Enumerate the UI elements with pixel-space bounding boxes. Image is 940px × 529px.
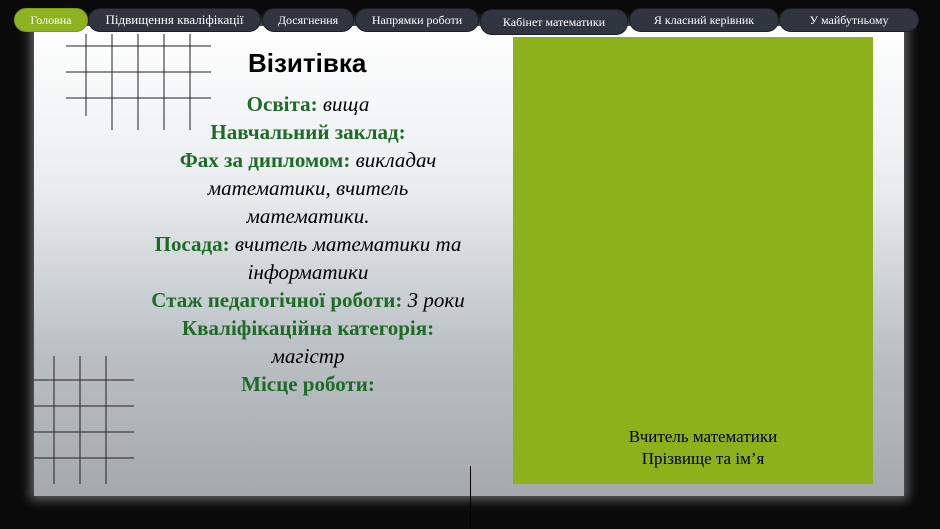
caption-role: Вчитель математики (628, 427, 778, 446)
tab-label: Кабінет математики (502, 14, 606, 29)
page-title: Візитівка (248, 48, 367, 78)
tab-class-teacher[interactable]: Я класний керівник (629, 8, 779, 32)
teacher-photo-placeholder (513, 37, 873, 484)
photo-caption: Вчитель математики Прізвище та ім’я (513, 426, 893, 470)
institution-row: Навчальний заклад: (150, 118, 466, 146)
education-value: вища (322, 92, 370, 116)
business-card-info: Освіта: вища Навчальний заклад: Фах за д… (150, 90, 466, 398)
caption-name: Прізвище та ім’я (641, 449, 765, 468)
education-row: Освіта: вища (150, 90, 466, 118)
tab-math-classroom[interactable]: Кабінет математики (480, 9, 628, 35)
tab-home[interactable]: Головна (14, 8, 88, 32)
tab-qualification[interactable]: Підвищення кваліфікації (88, 8, 261, 32)
education-label: Освіта: (246, 92, 318, 116)
top-navigation: Головна Підвищення кваліфікації Досягнен… (10, 6, 936, 36)
position-label: Посада: (154, 232, 230, 256)
specialty-row: Фах за дипломом: викладач математики, вч… (150, 146, 466, 230)
tab-label: Напрямки роботи (371, 12, 463, 27)
specialty-label: Фах за дипломом: (179, 148, 351, 172)
tab-label: Головна (30, 12, 72, 27)
tab-label: Підвищення кваліфікації (105, 12, 244, 27)
tab-label: У майбутньому (809, 12, 889, 27)
tab-future[interactable]: У майбутньому (779, 8, 919, 32)
workplace-label: Місце роботи: (241, 372, 375, 396)
experience-value: 3 роки (407, 288, 465, 312)
workplace-row: Місце роботи: (150, 370, 466, 398)
category-value: магістр (271, 344, 345, 368)
category-label: Кваліфікаційна категорія: (181, 316, 435, 340)
tab-work-directions[interactable]: Напрямки роботи (355, 8, 479, 32)
position-row: Посада: вчитель математики та інформатик… (150, 230, 466, 286)
tab-label: Я класний керівник (653, 12, 755, 27)
experience-row: Стаж педагогічної роботи: 3 роки (150, 286, 466, 314)
divider-line (470, 466, 471, 529)
tab-achievements[interactable]: Досягнення (262, 8, 354, 32)
experience-label: Стаж педагогічної роботи: (151, 288, 403, 312)
tab-label: Досягнення (277, 12, 339, 27)
institution-label: Навчальний заклад: (210, 120, 406, 144)
grid-decoration-bottom (34, 356, 134, 484)
position-value: вчитель математики та інформатики (234, 232, 462, 284)
category-row: Кваліфікаційна категорія: магістр (150, 314, 466, 370)
